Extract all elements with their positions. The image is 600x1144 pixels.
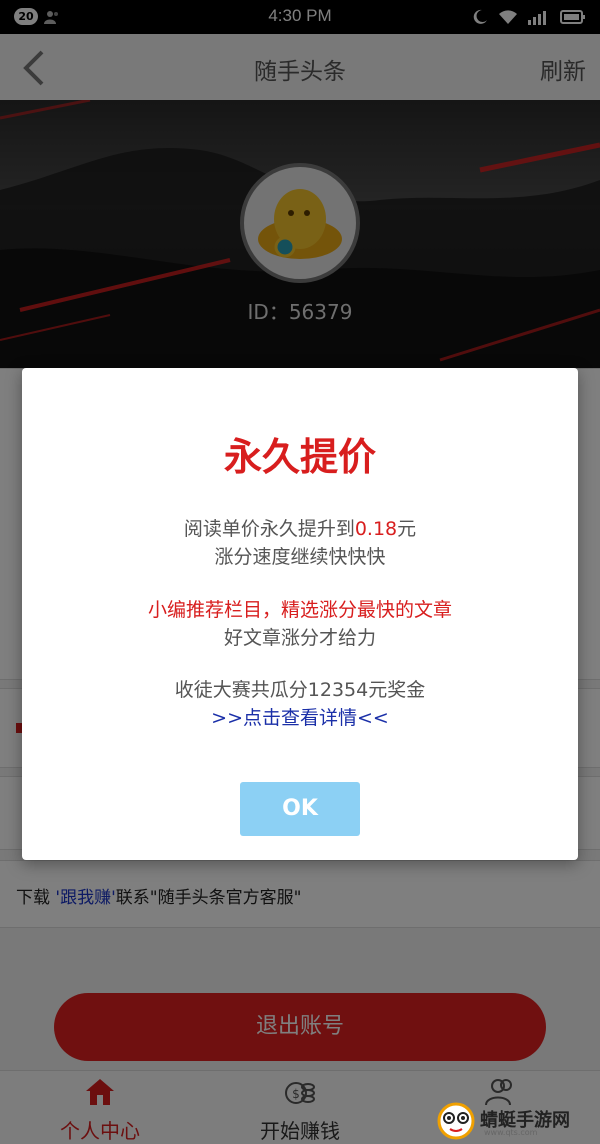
site-watermark: 蜻蜓手游网 www.qts.com (434, 1102, 594, 1140)
price-line-prefix: 阅读单价永久提升到 (183, 518, 355, 540)
dialog-price-line: 阅读单价永久提升到0.18元 (22, 514, 578, 541)
dialog-recommend-line: 小编推荐栏目，精选涨分最快的文章 (147, 599, 452, 621)
dialog-title: 永久提价 (223, 435, 376, 479)
dragonfly-logo-icon (437, 1102, 475, 1140)
dialog-good-article-line: 好文章涨分才给力 (223, 627, 376, 649)
ok-button[interactable]: OK (240, 782, 360, 836)
watermark-url: www.qts.com (484, 1128, 538, 1137)
dialog-speed-line: 涨分速度继续快快快 (214, 546, 386, 568)
price-unit: 元 (397, 518, 417, 540)
view-details-link[interactable]: >>点击查看详情<< (22, 703, 578, 730)
price-increase-dialog: 永久提价 阅读单价永久提升到0.18元 涨分速度继续快快快 小编推荐栏目，精选涨… (22, 368, 578, 860)
dialog-contest-line: 收徒大赛共瓜分12354元奖金 (174, 679, 426, 701)
price-value: 0.18 (354, 518, 398, 540)
